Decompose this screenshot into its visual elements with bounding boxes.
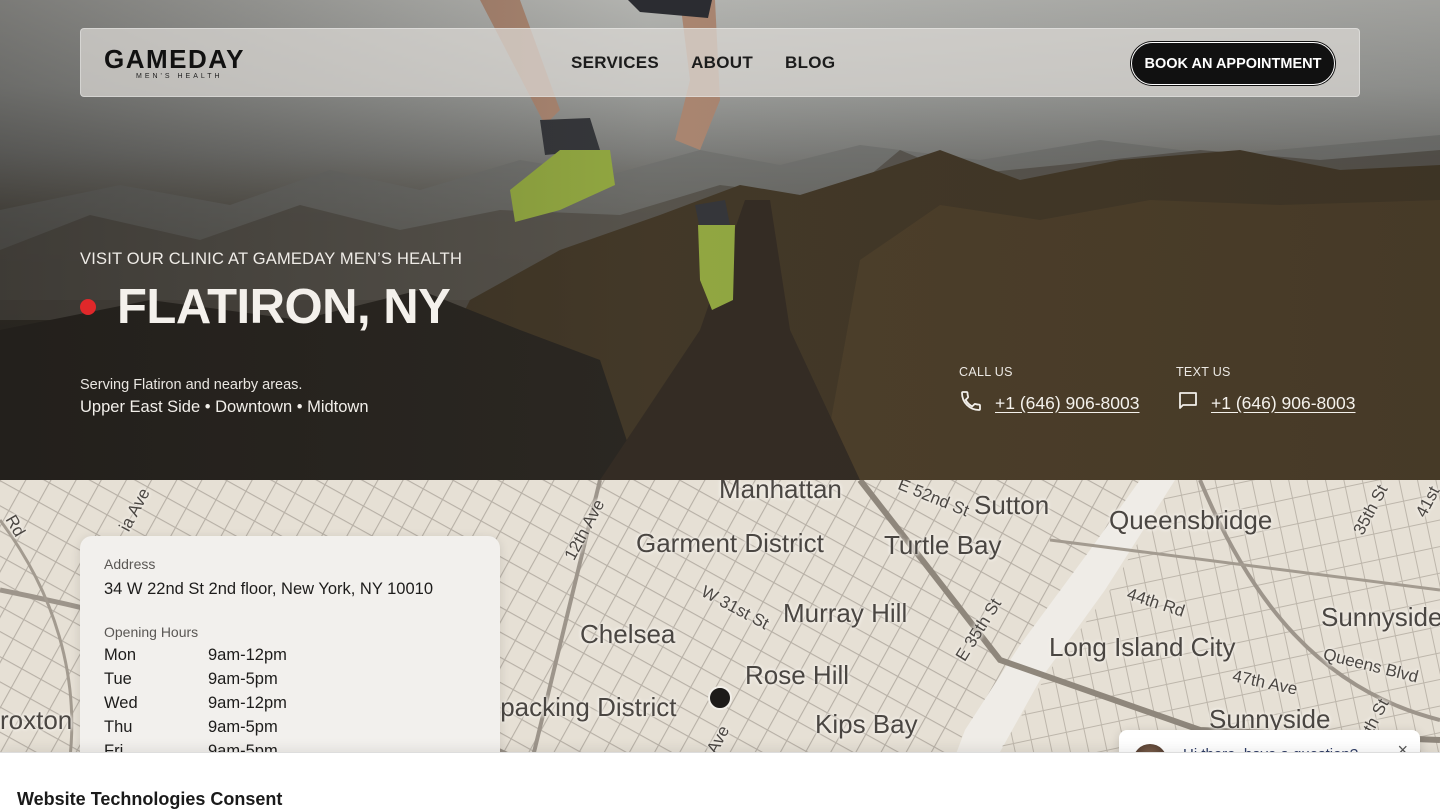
text-phone-link[interactable]: +1 (646) 906-8003 — [1211, 393, 1356, 414]
serving-text: Serving Flatiron and nearby areas. — [80, 377, 303, 393]
map-label-sutton: Sutton — [974, 490, 1050, 520]
hours-time: 9am-5pm — [208, 670, 278, 688]
map-label-long-island-city: Long Island City — [1049, 632, 1236, 662]
map-label-chelsea: Chelsea — [580, 619, 676, 649]
hours-day: Mon — [104, 646, 137, 664]
nearby-areas: Upper East Side • Downtown • Midtown — [80, 398, 369, 416]
map-label-rose-hill: Rose Hill — [745, 660, 850, 690]
hours-time: 9am-5pm — [208, 718, 278, 736]
map-label-garment-district: Garment District — [636, 528, 824, 558]
clinic-map-pin[interactable] — [708, 686, 732, 710]
hours-row: Thu 9am-5pm — [104, 718, 278, 737]
call-phone-link[interactable]: +1 (646) 906-8003 — [995, 393, 1140, 414]
map-label-manhattan: Manhattan — [719, 480, 842, 504]
logo-wordmark: GAMEDAY — [104, 44, 246, 74]
map-label-meatpacking-district: tpacking District — [493, 692, 677, 722]
consent-banner: Website Technologies Consent — [0, 752, 1440, 810]
hero-eyebrow: VISIT OUR CLINIC AT GAMEDAY MEN’S HEALTH — [80, 250, 463, 268]
map-label-roxton: roxton — [0, 705, 73, 735]
gameday-logo[interactable]: GAMEDAY MEN'S HEALTH — [104, 44, 258, 84]
page-title: FLATIRON, NY — [117, 280, 451, 334]
nav-link-blog[interactable]: BLOG — [785, 53, 835, 73]
hours-day: Tue — [104, 670, 132, 688]
main-navbar: GAMEDAY MEN'S HEALTH SERVICES ABOUT BLOG… — [80, 28, 1360, 97]
book-appointment-button[interactable]: BOOK AN APPOINTMENT — [1131, 42, 1335, 85]
clinic-address: 34 W 22nd St 2nd floor, New York, NY 100… — [104, 580, 433, 598]
map-label-murray-hill: Murray Hill — [783, 598, 908, 628]
hours-row: Wed 9am-12pm — [104, 694, 287, 713]
map-label-sunnyside-upper: Sunnyside — [1321, 602, 1440, 632]
phone-icon — [961, 391, 981, 411]
hours-day: Thu — [104, 718, 133, 736]
map-label-kips-bay: Kips Bay — [815, 709, 918, 739]
opening-hours-label: Opening Hours — [104, 624, 199, 640]
call-us-label: CALL US — [959, 365, 1013, 379]
nav-links: SERVICES ABOUT BLOG — [571, 53, 835, 73]
nav-link-about[interactable]: ABOUT — [691, 53, 753, 73]
map-label-queensbridge: Queensbridge — [1109, 505, 1273, 535]
text-us-label: TEXT US — [1176, 365, 1231, 379]
nav-link-services[interactable]: SERVICES — [571, 53, 659, 73]
hours-time: 9am-12pm — [208, 694, 287, 712]
hours-row: Tue 9am-5pm — [104, 670, 278, 689]
hours-row: Mon 9am-12pm — [104, 646, 287, 665]
location-dot-icon — [80, 299, 96, 315]
consent-title: Website Technologies Consent — [17, 789, 283, 809]
message-icon — [1179, 392, 1197, 409]
hours-day: Wed — [104, 694, 138, 712]
hero-section: GAMEDAY MEN'S HEALTH SERVICES ABOUT BLOG… — [0, 0, 1440, 480]
map-label-turtle-bay: Turtle Bay — [884, 530, 1002, 560]
address-label: Address — [104, 556, 156, 572]
logo-subtitle: MEN'S HEALTH — [136, 73, 223, 80]
hours-time: 9am-12pm — [208, 646, 287, 664]
